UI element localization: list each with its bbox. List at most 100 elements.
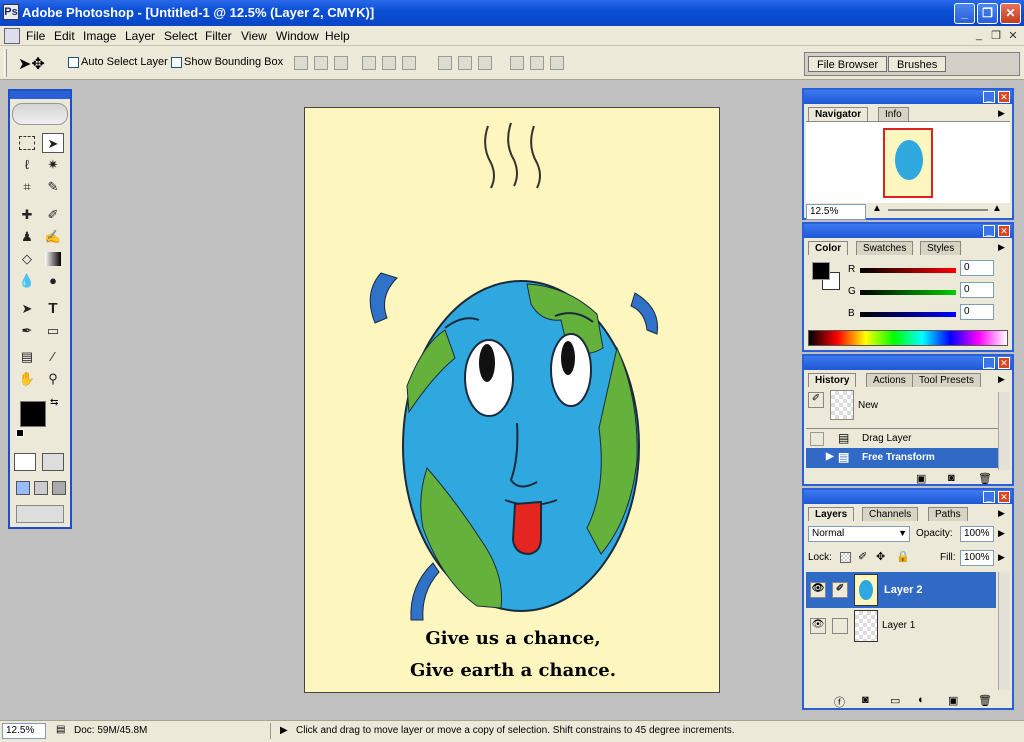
lock-transparent-icon[interactable] — [840, 552, 851, 563]
layer-mask-icon[interactable]: ◙ — [862, 694, 869, 706]
lock-position-icon[interactable]: ✥ — [876, 550, 885, 563]
default-colors-icon[interactable] — [16, 429, 24, 437]
layer-row-selected[interactable]: 👁 ✐ Layer 2 — [806, 572, 996, 608]
distribute-bottom-icon[interactable] — [478, 56, 492, 70]
tab-navigator[interactable]: Navigator — [808, 107, 869, 121]
lock-image-icon[interactable]: ✐ — [858, 550, 867, 563]
panel-minimize-icon[interactable]: _ — [983, 225, 995, 237]
layer-row[interactable]: 👁 Layer 1 — [806, 608, 996, 644]
blend-mode-select[interactable]: Normal ▼ — [808, 526, 910, 542]
auto-select-checkbox[interactable] — [68, 57, 79, 68]
tab-swatches[interactable]: Swatches — [856, 241, 914, 255]
screen-mode-full-icon[interactable] — [52, 481, 66, 495]
zoom-out-icon[interactable]: ▲ — [872, 203, 882, 214]
magic-wand-tool-icon[interactable]: ✷ — [42, 155, 64, 175]
photoshop-icon[interactable]: Ps — [3, 4, 19, 20]
status-zoom-field[interactable]: 12.5% — [2, 723, 46, 739]
eyedropper-tool-icon[interactable]: ⁄ — [42, 347, 64, 367]
layer-style-icon[interactable]: ⓕ — [834, 694, 845, 710]
adobe-online-icon[interactable] — [12, 103, 68, 125]
align-left-icon[interactable] — [362, 56, 376, 70]
swap-colors-icon[interactable]: ⇆ — [50, 397, 58, 408]
blue-slider[interactable] — [860, 312, 956, 317]
fill-slider-arrow-icon[interactable]: ▶ — [998, 552, 1005, 563]
align-vcenter-icon[interactable] — [314, 56, 328, 70]
align-bottom-icon[interactable] — [334, 56, 348, 70]
eraser-tool-icon[interactable]: ◇ — [16, 249, 38, 269]
tab-styles[interactable]: Styles — [920, 241, 962, 255]
document-info-icon[interactable]: ▤ — [56, 724, 65, 735]
move-tool-icon[interactable]: ➤✥ — [18, 54, 45, 74]
tab-brushes[interactable]: Brushes — [888, 56, 947, 72]
document-close-button[interactable]: ✕ — [1006, 29, 1020, 42]
toolbox-title[interactable] — [10, 91, 70, 99]
tab-tool-presets[interactable]: Tool Presets — [912, 373, 982, 387]
navigator-panel-header[interactable]: _ ✕ — [804, 90, 1012, 104]
adjustment-layer-icon[interactable]: ◐ — [918, 694, 925, 706]
gradient-tool-icon[interactable] — [45, 252, 61, 266]
new-snapshot-icon[interactable]: ◙ — [948, 472, 955, 484]
tab-color[interactable]: Color — [808, 241, 849, 255]
healing-brush-tool-icon[interactable]: ✚ — [16, 205, 38, 225]
green-value-field[interactable]: 0 — [960, 282, 994, 298]
zoom-slider[interactable] — [888, 209, 988, 211]
menu-view[interactable]: View — [241, 29, 267, 43]
jump-to-imageready-icon[interactable] — [16, 505, 64, 523]
hand-tool-icon[interactable]: ✋ — [16, 369, 38, 389]
slice-tool-icon[interactable]: ✎ — [42, 177, 64, 197]
foreground-color-box[interactable] — [812, 262, 830, 280]
panel-close-icon[interactable]: ✕ — [998, 91, 1010, 103]
align-top-icon[interactable] — [294, 56, 308, 70]
distribute-right-icon[interactable] — [550, 56, 564, 70]
screen-mode-standard-icon[interactable] — [16, 481, 30, 495]
history-brush-tool-icon[interactable]: ✍ — [42, 227, 64, 247]
tab-channels[interactable]: Channels — [862, 507, 919, 521]
tab-file-browser[interactable]: File Browser — [808, 56, 888, 72]
screen-mode-fullmenu-icon[interactable] — [34, 481, 48, 495]
snapshot-thumbnail[interactable] — [830, 390, 854, 420]
panel-minimize-icon[interactable]: _ — [983, 91, 995, 103]
red-slider[interactable] — [860, 268, 956, 273]
document-minimize-button[interactable]: _ — [972, 29, 986, 42]
crop-tool-icon[interactable]: ⌗ — [16, 177, 38, 197]
color-panel-header[interactable]: _ ✕ — [804, 224, 1012, 238]
layer-set-folder-icon[interactable]: ▭ — [890, 694, 900, 707]
panel-menu-icon[interactable]: ▶ — [998, 508, 1005, 519]
fill-field[interactable]: 100% — [960, 550, 994, 566]
opacity-slider-arrow-icon[interactable]: ▶ — [998, 528, 1005, 539]
distribute-vcenter-icon[interactable] — [458, 56, 472, 70]
maximize-button[interactable]: ❐ — [977, 3, 998, 24]
menu-file[interactable]: File — [26, 29, 45, 43]
document-restore-button[interactable]: ❐ — [989, 29, 1003, 42]
history-item-selected[interactable]: ▶ ▤ Free Transform — [806, 448, 998, 468]
menu-help[interactable]: Help — [325, 29, 350, 43]
new-document-from-state-icon[interactable]: ▣ — [916, 472, 926, 485]
brush-link-icon[interactable]: ✐ — [832, 582, 848, 598]
brush-link-icon[interactable] — [832, 618, 848, 634]
menu-select[interactable]: Select — [164, 29, 197, 43]
document-size[interactable]: Doc: 59M/45.8M — [74, 725, 147, 736]
tab-actions[interactable]: Actions — [866, 373, 913, 387]
history-item[interactable]: ▤ Drag Layer — [806, 428, 998, 448]
status-arrow-icon[interactable]: ▶ — [280, 725, 288, 736]
panel-minimize-icon[interactable]: _ — [983, 357, 995, 369]
trash-icon[interactable]: 🗑 — [978, 694, 992, 707]
foreground-color-swatch[interactable] — [20, 401, 46, 427]
path-selection-tool-icon[interactable]: ➤ — [16, 299, 38, 319]
opacity-field[interactable]: 100% — [960, 526, 994, 542]
lock-all-icon[interactable]: 🔒 — [896, 550, 910, 563]
zoom-tool-icon[interactable]: ⚲ — [42, 369, 64, 389]
navigator-view-box[interactable] — [883, 128, 933, 198]
layers-scrollbar[interactable] — [998, 572, 1010, 690]
red-value-field[interactable]: 0 — [960, 260, 994, 276]
panel-close-icon[interactable]: ✕ — [998, 491, 1010, 503]
history-scrollbar[interactable] — [998, 392, 1010, 470]
green-slider[interactable] — [860, 290, 956, 295]
menu-image[interactable]: Image — [83, 29, 116, 43]
blue-value-field[interactable]: 0 — [960, 304, 994, 320]
lasso-tool-icon[interactable]: ℓ — [16, 155, 38, 175]
eye-icon[interactable]: 👁 — [810, 582, 826, 598]
menu-edit[interactable]: Edit — [54, 29, 75, 43]
trash-icon[interactable]: 🗑 — [978, 472, 992, 485]
move-tool-icon[interactable]: ➤ — [42, 133, 64, 153]
